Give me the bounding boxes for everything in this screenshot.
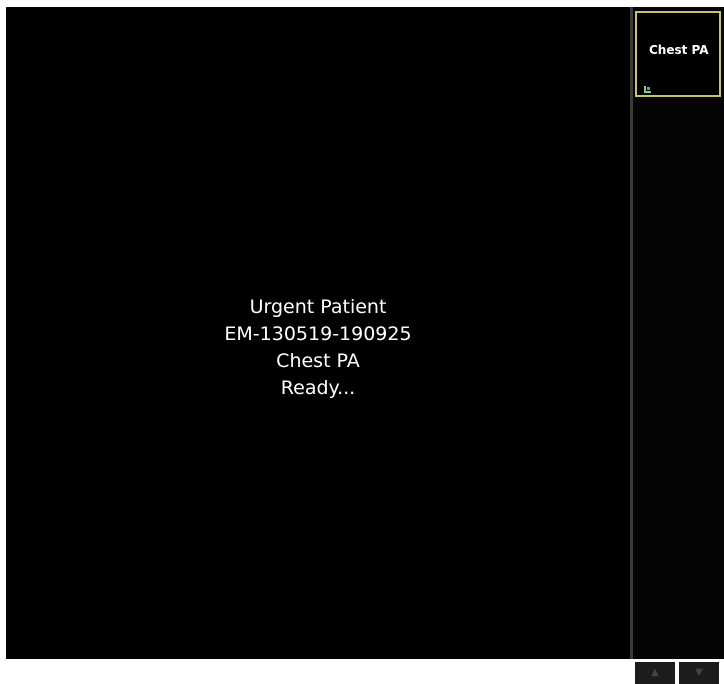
accession-number: EM-130519-190925 [224, 323, 412, 345]
thumbnail-chest-pa[interactable]: Chest PA [635, 11, 721, 97]
exam-type: Chest PA [276, 350, 360, 372]
thumbnail-panel: Chest PA [633, 7, 724, 659]
exam-status-overlay: Urgent Patient EM-130519-190925 Chest PA… [6, 294, 630, 402]
thumbnail-scrollbar: ▲ ▼ [633, 659, 724, 684]
patient-name: Urgent Patient [249, 296, 387, 318]
image-marker-icon [644, 86, 651, 93]
scroll-down-button[interactable]: ▼ [679, 662, 719, 684]
arrow-down-icon: ▼ [695, 667, 703, 678]
scroll-up-button[interactable]: ▲ [635, 662, 675, 684]
arrow-up-icon: ▲ [651, 667, 659, 678]
status-message: Ready... [280, 377, 356, 399]
thumbnail-label: Chest PA [649, 43, 709, 57]
image-viewer[interactable]: Urgent Patient EM-130519-190925 Chest PA… [6, 7, 630, 659]
app-window: Urgent Patient EM-130519-190925 Chest PA… [0, 0, 724, 684]
